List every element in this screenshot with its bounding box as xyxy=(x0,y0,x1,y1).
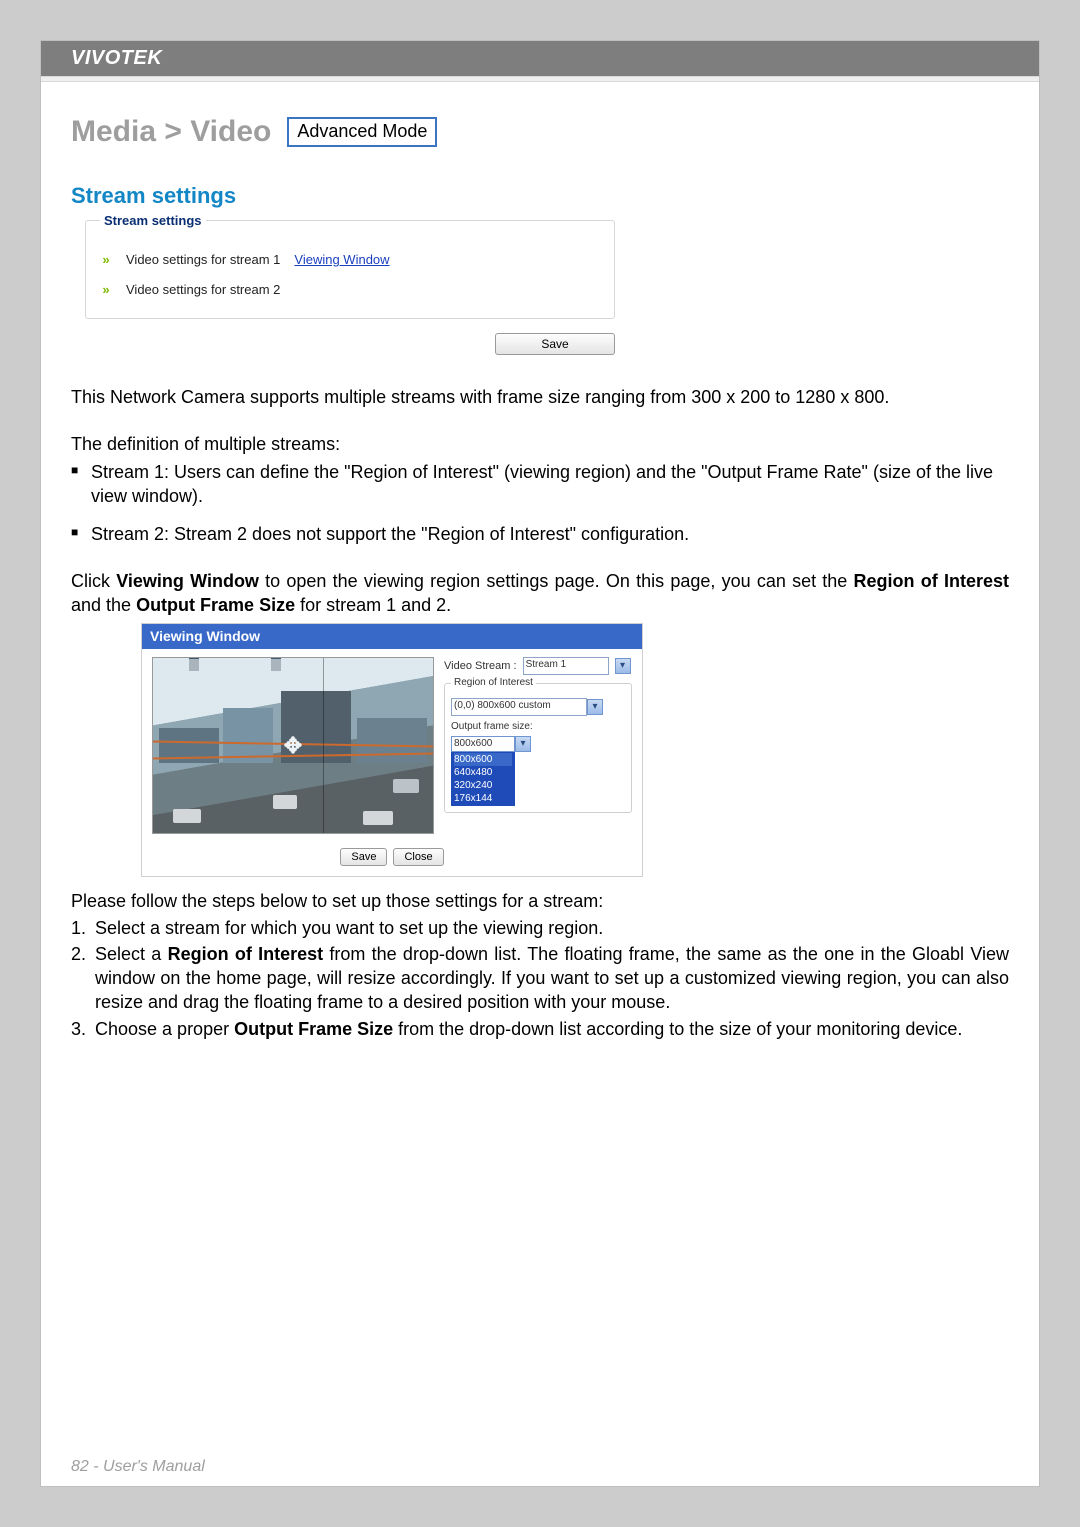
section-title-stream-settings: Stream settings xyxy=(71,181,1009,211)
step-2: Select a Region of Interest from the dro… xyxy=(71,942,1009,1015)
dropdown-arrow-icon[interactable]: ▾ xyxy=(587,699,603,715)
intro-paragraph: This Network Camera supports multiple st… xyxy=(71,385,1009,409)
definition-heading: The definition of multiple streams: xyxy=(71,432,1009,456)
chevron-icon: » xyxy=(100,251,112,269)
viewing-window-close-button[interactable]: Close xyxy=(393,848,443,866)
ofs-option[interactable]: 320x240 xyxy=(454,779,512,792)
ofs-option[interactable]: 176x144 xyxy=(454,792,512,805)
mode-badge: Advanced Mode xyxy=(287,117,437,147)
roi-select[interactable]: (0,0) 800x600 custom xyxy=(451,698,587,716)
viewing-window-dialog: Viewing Window xyxy=(141,623,643,877)
region-of-interest-fieldset: Region of Interest (0,0) 800x600 custom … xyxy=(444,683,632,813)
viewing-window-save-button[interactable]: Save xyxy=(340,848,387,866)
stream2-row: » Video settings for stream 2 xyxy=(100,275,600,305)
dropdown-arrow-icon[interactable]: ▾ xyxy=(515,736,531,752)
dropdown-arrow-icon[interactable]: ▾ xyxy=(615,658,631,674)
roi-legend: Region of Interest xyxy=(451,676,536,690)
bullet-stream1: Stream 1: Users can define the "Region o… xyxy=(71,460,1009,509)
brand-header: VIVOTEK xyxy=(41,41,1039,76)
resize-handle-icon[interactable] xyxy=(271,657,281,671)
click-viewing-window-paragraph: Click Viewing Window to open the viewing… xyxy=(71,569,1009,618)
stream1-row: » Video settings for stream 1 Viewing Wi… xyxy=(100,245,600,275)
video-stream-label: Video Stream : xyxy=(444,659,517,674)
resize-handle-icon[interactable] xyxy=(189,657,199,671)
page-footer: 82 - User's Manual xyxy=(71,1458,205,1476)
viewing-window-link[interactable]: Viewing Window xyxy=(294,251,389,269)
step-3: Choose a proper Output Frame Size from t… xyxy=(71,1017,1009,1041)
output-frame-size-label: Output frame size: xyxy=(451,720,625,734)
viewing-window-title: Viewing Window xyxy=(142,624,642,649)
stream1-label: Video settings for stream 1 xyxy=(126,251,280,269)
move-cross-icon[interactable]: ✥ xyxy=(282,735,304,757)
breadcrumb: Media > Video Advanced Mode xyxy=(71,112,1009,153)
breadcrumb-text: Media > Video xyxy=(71,112,271,153)
output-frame-size-select[interactable]: 800x600 xyxy=(451,736,515,752)
stream2-label: Video settings for stream 2 xyxy=(126,281,280,299)
ofs-option[interactable]: 640x480 xyxy=(454,766,512,779)
video-stream-select[interactable]: Stream 1 xyxy=(523,657,609,675)
bullet-stream2: Stream 2: Stream 2 does not support the … xyxy=(71,522,1009,546)
stream-settings-legend: Stream settings xyxy=(100,212,206,230)
step-1: Select a stream for which you want to se… xyxy=(71,916,1009,940)
save-button[interactable]: Save xyxy=(495,333,615,355)
steps-intro: Please follow the steps below to set up … xyxy=(71,889,1009,913)
stream-settings-panel: Stream settings » Video settings for str… xyxy=(85,220,615,355)
output-frame-size-options[interactable]: 800x600 640x480 320x240 176x144 xyxy=(451,752,515,806)
viewing-window-preview[interactable]: ✥ xyxy=(152,657,434,834)
ofs-option[interactable]: 800x600 xyxy=(454,753,512,766)
chevron-icon: » xyxy=(100,281,112,299)
